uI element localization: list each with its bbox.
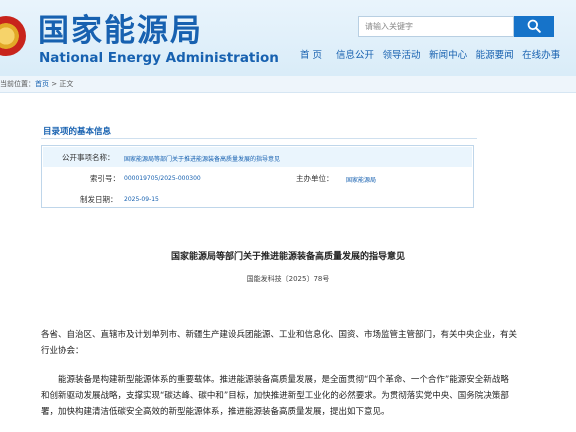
breadcrumb-current: 正文 [59, 80, 74, 88]
metadata-section-title: 目录项的基本信息 [43, 127, 112, 137]
org-label: 主办单位： [296, 174, 334, 183]
document-title: 国家能源局等部门关于推进能源装备高质量发展的指导意见 [170, 252, 405, 262]
main-nav: 首 页 信息公开 领导活动 新闻中心 能源要闻 在线办事 [300, 50, 569, 64]
title-value: 国家能源局等部门关于推进能源装备高质量发展的指导意见 [124, 156, 281, 163]
section-divider [41, 138, 477, 139]
breadcrumb-prefix: 当前位置： [0, 80, 35, 88]
index-label: 索引号： [90, 174, 120, 183]
nav-item-online-services[interactable]: 在线办事 [522, 50, 560, 64]
site-logo-cn[interactable]: 国家能源局 [38, 14, 203, 48]
breadcrumb: 当前位置：首页 > 正文 [0, 76, 576, 93]
search-icon [527, 19, 541, 33]
search-input[interactable]: 请输入关键字 [358, 16, 514, 37]
metadata-table: 公开事项名称： 国家能源局等部门关于推进能源装备高质量发展的指导意见 索引号： … [41, 145, 474, 208]
nav-item-leadership[interactable]: 领导活动 [383, 50, 421, 64]
document-number: 国能发科技〔2025〕78号 [246, 275, 330, 283]
paragraph-line: 行业协会： [41, 346, 84, 356]
nav-item-info-disclosure[interactable]: 信息公开 [336, 50, 374, 64]
breadcrumb-separator: > [49, 80, 60, 88]
search-button[interactable] [514, 16, 554, 37]
date-label: 制发日期： [80, 195, 118, 204]
title-label: 公开事项名称： [62, 153, 115, 162]
nav-item-home[interactable]: 首 页 [300, 50, 322, 64]
paragraph-line: 署，加快构建清洁低碳安全高效的新型能源体系，推进能源装备高质量发展，提出如下意见… [41, 407, 390, 417]
breadcrumb-home-link[interactable]: 首页 [35, 80, 49, 88]
site-header: 国家能源局 National Energy Administration 请输入… [0, 0, 576, 76]
paragraph-line: 和创新驱动发展战略，支撑实现“碳达峰、碳中和”目标，加快推进新型工业化的必然要求… [41, 391, 509, 401]
nav-item-news[interactable]: 新闻中心 [429, 50, 467, 64]
national-emblem-icon [0, 16, 26, 56]
index-value: 000019705/2025-000300 [124, 175, 201, 182]
paragraph-line: 能源装备是构建新型能源体系的重要载体。推进能源装备高质量发展，是全面贯彻“四个革… [58, 375, 509, 385]
document-paragraph-addressees: 各省、自治区、直辖市及计划单列市、新疆生产建设兵团能源、工业和信息化、国资、市场… [41, 327, 518, 359]
date-value: 2025-09-15 [124, 196, 159, 203]
paragraph-line: 各省、自治区、直辖市及计划单列市、新疆生产建设兵团能源、工业和信息化、国资、市场… [41, 330, 518, 340]
org-value: 国家能源局 [346, 177, 377, 184]
nav-item-energy-news[interactable]: 能源要闻 [476, 50, 514, 64]
site-logo-en[interactable]: National Energy Administration [39, 51, 279, 65]
document-paragraph-intro: 能源装备是构建新型能源体系的重要载体。推进能源装备高质量发展，是全面贯彻“四个革… [41, 372, 511, 420]
